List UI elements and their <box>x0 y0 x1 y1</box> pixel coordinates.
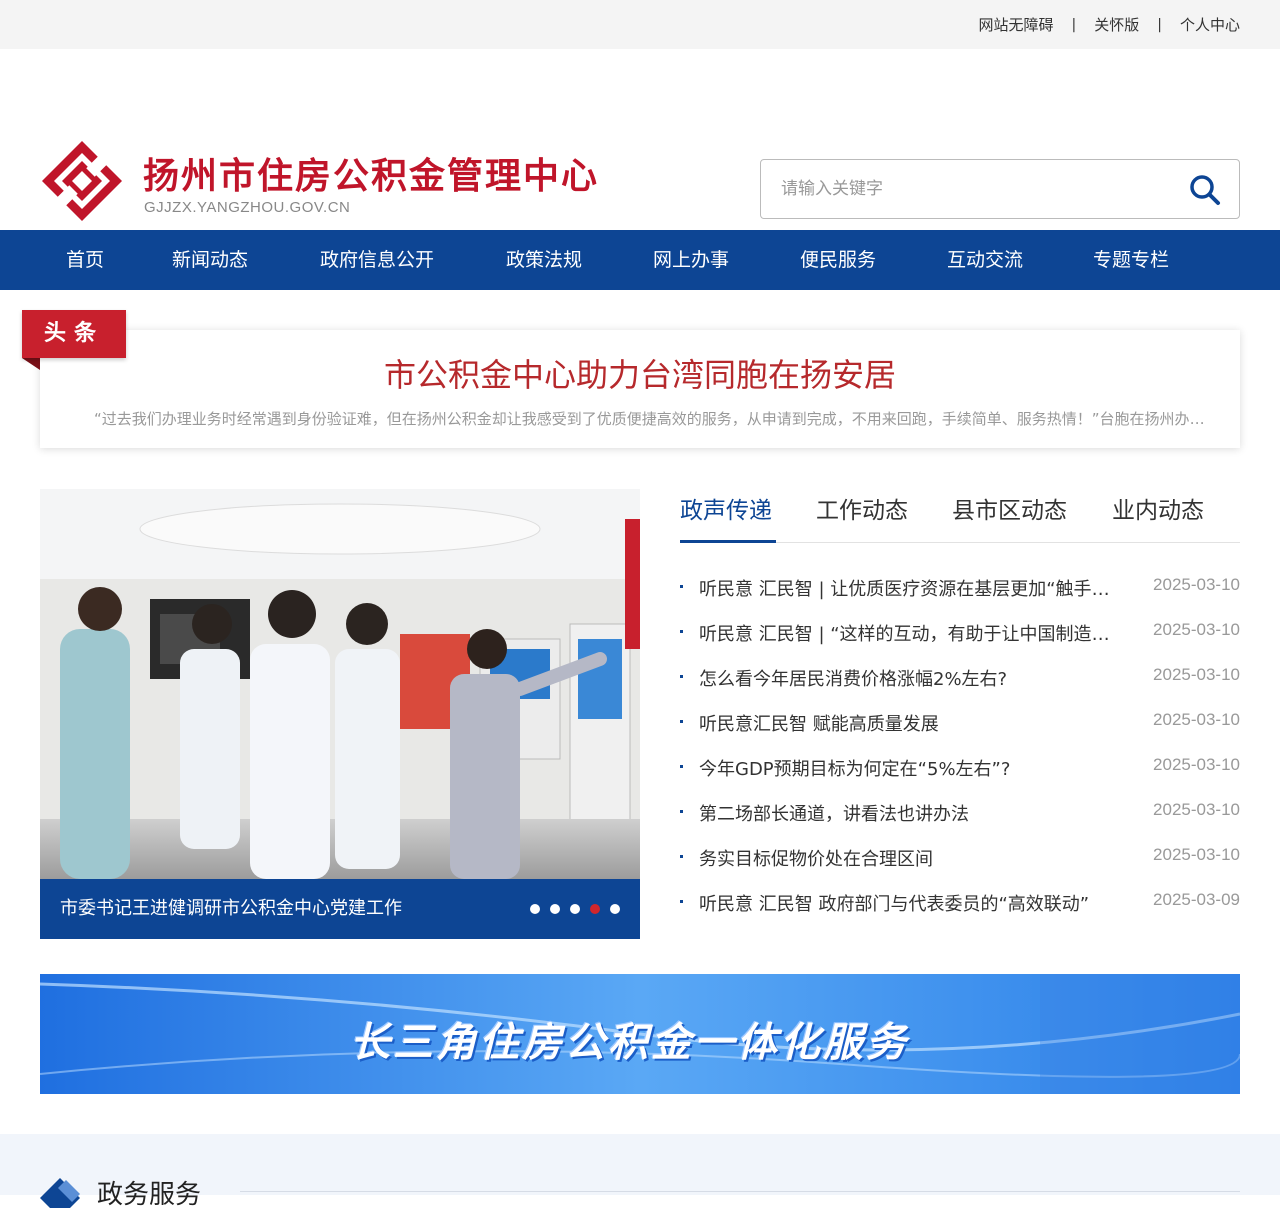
nav-item-convenience[interactable]: 便民服务 <box>800 230 876 290</box>
utility-links: 网站无障碍 | 关怀版 | 个人中心 <box>979 0 1240 49</box>
news-item-date: 2025-03-10 <box>1153 710 1240 729</box>
news-item[interactable]: 务实目标促物价处在合理区间 2025-03-10 <box>680 833 1240 878</box>
news-item-title[interactable]: 今年GDP预期目标为何定在“5%左右”? <box>699 755 1124 781</box>
news-item-date: 2025-03-10 <box>1153 620 1240 639</box>
yangtze-delta-banner[interactable]: 长三角住房公积金一体化服务 <box>40 974 1240 1094</box>
news-item-title[interactable]: 听民意 汇民智 政府部门与代表委员的“高效联动” <box>699 890 1124 916</box>
news-item-title[interactable]: 听民意汇民智 赋能高质量发展 <box>699 710 1124 736</box>
news-item-date: 2025-03-10 <box>1153 845 1240 864</box>
tab-government-voice[interactable]: 政声传递 <box>680 491 772 525</box>
diamond-icon <box>40 1178 80 1208</box>
slider-dots <box>530 904 620 914</box>
tab-work-updates[interactable]: 工作动态 <box>816 491 908 525</box>
news-item-date: 2025-03-10 <box>1153 755 1240 774</box>
bullet-icon <box>680 630 683 633</box>
slide-caption[interactable]: 市委书记王进健调研市公积金中心党建工作 <box>60 879 402 939</box>
news-tabs: 政声传递 工作动态 县市区动态 业内动态 <box>680 489 1240 543</box>
bullet-icon <box>680 900 683 903</box>
section-title: 政务服务 <box>97 1180 202 1210</box>
slider-dot-4[interactable] <box>590 904 600 914</box>
bullet-icon <box>680 810 683 813</box>
tab-industry-updates[interactable]: 业内动态 <box>1112 491 1204 525</box>
news-item[interactable]: 第二场部长通道，讲看法也讲办法 2025-03-10 <box>680 788 1240 833</box>
government-services-section: 政务服务 <box>0 1134 1280 1210</box>
care-mode-link[interactable]: 关怀版 <box>1094 14 1139 35</box>
nav-item-info-disclosure[interactable]: 政府信息公开 <box>320 230 434 290</box>
search-icon[interactable] <box>1189 174 1221 206</box>
banner-text: 长三角住房公积金一体化服务 <box>350 1020 909 1066</box>
separator: | <box>1071 16 1077 33</box>
news-item[interactable]: 怎么看今年居民消费价格涨幅2%左右? 2025-03-10 <box>680 653 1240 698</box>
search-box <box>760 159 1240 219</box>
news-item-date: 2025-03-10 <box>1153 800 1240 819</box>
section-divider <box>240 1191 1240 1192</box>
slider-dot-2[interactable] <box>550 904 560 914</box>
headline-title[interactable]: 市公积金中心助力台湾同胞在扬安居 <box>40 350 1240 396</box>
top-utility-bar: 网站无障碍 | 关怀版 | 个人中心 <box>0 0 1280 49</box>
news-item[interactable]: 听民意 汇民智 | 让优质医疗资源在基层更加“触手可及” 2025-03-10 <box>680 563 1240 608</box>
tab-county-updates[interactable]: 县市区动态 <box>952 491 1067 525</box>
headline-summary[interactable]: “过去我们办理业务时经常遇到身份验证难，但在扬州公积金却让我感受到了优质便捷高效… <box>94 408 1208 429</box>
bullet-icon <box>680 585 683 588</box>
news-item[interactable]: 听民意 汇民智 政府部门与代表委员的“高效联动” 2025-03-09 <box>680 878 1240 923</box>
news-item-title[interactable]: 怎么看今年居民消费价格涨幅2%左右? <box>699 665 1124 691</box>
slide-caption-bar: 市委书记王进健调研市公积金中心党建工作 <box>40 879 640 939</box>
slider-dot-5[interactable] <box>610 904 620 914</box>
bullet-icon <box>680 675 683 678</box>
news-item[interactable]: 听民意 汇民智 | “这样的互动，有助于让中国制造变得更好” 2025-03-1… <box>680 608 1240 653</box>
bullet-icon <box>680 855 683 858</box>
active-tab-indicator <box>680 540 776 543</box>
slide-photo[interactable] <box>40 489 640 879</box>
nav-item-news[interactable]: 新闻动态 <box>172 230 248 290</box>
photo-slider[interactable]: 市委书记王进健调研市公积金中心党建工作 <box>40 489 640 939</box>
news-item-date: 2025-03-10 <box>1153 665 1240 684</box>
nav-item-interaction[interactable]: 互动交流 <box>947 230 1023 290</box>
news-list: 听民意 汇民智 | 让优质医疗资源在基层更加“触手可及” 2025-03-10 … <box>680 563 1240 923</box>
search-input[interactable] <box>781 160 1171 218</box>
news-panel: 政声传递 工作动态 县市区动态 业内动态 听民意 汇民智 | 让优质医疗资源在基… <box>680 489 1240 915</box>
personal-center-link[interactable]: 个人中心 <box>1180 14 1240 35</box>
news-item-title[interactable]: 听民意 汇民智 | “这样的互动，有助于让中国制造变得更好” <box>699 620 1124 646</box>
news-item-date: 2025-03-09 <box>1153 890 1240 909</box>
nav-item-online-services[interactable]: 网上办事 <box>653 230 729 290</box>
bullet-icon <box>680 765 683 768</box>
bullet-icon <box>680 720 683 723</box>
site-title: 扬州市住房公积金管理中心 <box>143 156 600 197</box>
housing-fund-logo-icon[interactable] <box>40 139 124 223</box>
nav-item-home[interactable]: 首页 <box>66 230 104 290</box>
news-item-title[interactable]: 第二场部长通道，讲看法也讲办法 <box>699 800 1124 826</box>
separator: | <box>1157 16 1162 33</box>
main-nav: 首页 新闻动态 政府信息公开 政策法规 网上办事 便民服务 互动交流 专题专栏 <box>0 230 1280 290</box>
news-item[interactable]: 今年GDP预期目标为何定在“5%左右”? 2025-03-10 <box>680 743 1240 788</box>
tag-fold <box>22 358 40 370</box>
slider-dot-1[interactable] <box>530 904 540 914</box>
nav-item-policies[interactable]: 政策法规 <box>506 230 582 290</box>
accessibility-link[interactable]: 网站无障碍 <box>979 14 1054 35</box>
nav-item-special-topics[interactable]: 专题专栏 <box>1093 230 1169 290</box>
site-header: 扬州市住房公积金管理中心 GJJZX.YANGZHOU.GOV.CN <box>0 49 1280 230</box>
news-item-title[interactable]: 听民意 汇民智 | 让优质医疗资源在基层更加“触手可及” <box>699 575 1124 601</box>
news-item-date: 2025-03-10 <box>1153 575 1240 594</box>
news-item[interactable]: 听民意汇民智 赋能高质量发展 2025-03-10 <box>680 698 1240 743</box>
slider-dot-3[interactable] <box>570 904 580 914</box>
news-item-title[interactable]: 务实目标促物价处在合理区间 <box>699 845 1124 871</box>
site-domain: GJJZX.YANGZHOU.GOV.CN <box>144 199 351 216</box>
